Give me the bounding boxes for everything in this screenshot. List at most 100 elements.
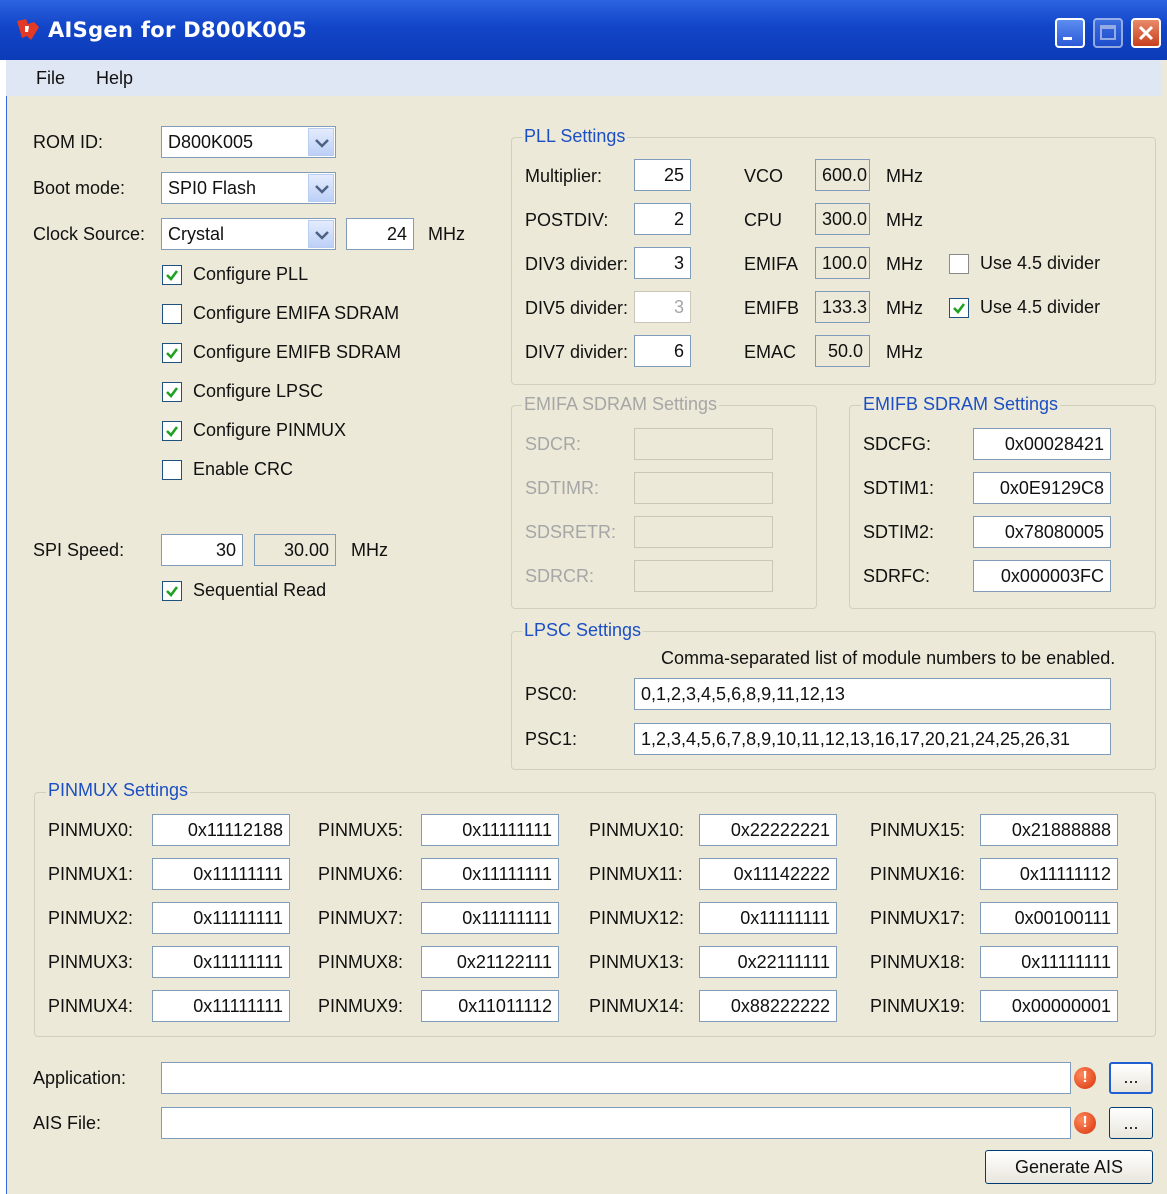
pinmux8-input[interactable]: 0x21122111 — [421, 946, 559, 978]
pinmux14-input[interactable]: 0x88222222 — [699, 990, 837, 1022]
application-label: Application: — [33, 1068, 127, 1088]
sdcr-label: SDCR: — [525, 434, 582, 454]
postdiv-input[interactable]: 2 — [634, 203, 691, 235]
pinmux4-input[interactable]: 0x11111111 — [152, 990, 290, 1022]
psc0-label: PSC0: — [525, 684, 578, 704]
vco-value: 600.0 — [815, 159, 870, 191]
chevron-down-icon[interactable] — [308, 220, 334, 248]
sequential-read-checkbox[interactable] — [162, 581, 182, 601]
configure-lpsc-checkbox[interactable] — [162, 382, 182, 402]
emifb-use45-checkbox[interactable] — [949, 298, 969, 318]
sdtimr-label: SDTIMR: — [525, 478, 599, 498]
pinmux0-input[interactable]: 0x11112188 — [152, 814, 290, 846]
clock-source-select[interactable]: Crystal — [161, 218, 336, 250]
pinmux12-label: PINMUX12: — [589, 908, 685, 928]
sdrfc-input[interactable]: 0x000003FC — [973, 560, 1111, 592]
emifa-clock-unit: MHz — [886, 254, 923, 274]
pinmux11-label: PINMUX11: — [589, 864, 683, 884]
pinmux3-input[interactable]: 0x11111111 — [152, 946, 290, 978]
configure-emifa-sdram-checkbox[interactable] — [162, 304, 182, 324]
div3-input[interactable]: 3 — [634, 247, 691, 279]
boot-mode-select[interactable]: SPI0 Flash — [161, 172, 336, 204]
ais-file-input[interactable] — [161, 1107, 1071, 1139]
pinmux16-input[interactable]: 0x11111112 — [980, 858, 1118, 890]
boot-mode-value: SPI0 Flash — [168, 178, 257, 198]
psc1-input[interactable]: 1,2,3,4,5,6,7,8,9,10,11,12,13,16,17,20,2… — [634, 723, 1111, 755]
pinmux10-label: PINMUX10: — [589, 820, 685, 840]
multiplier-input[interactable]: 25 — [634, 159, 691, 191]
div5-label: DIV5 divider: — [525, 298, 629, 318]
emifa-clock-label: EMIFA — [744, 254, 799, 274]
boot-mode-label: Boot mode: — [33, 178, 126, 198]
sequential-read-label: Sequential Read — [193, 580, 327, 600]
pinmux18-input[interactable]: 0x11111111 — [980, 946, 1118, 978]
ais-file-browse-button[interactable]: ... — [1109, 1107, 1153, 1139]
pinmux11-input[interactable]: 0x11142222 — [699, 858, 837, 890]
emifb-sdram-title: EMIFB SDRAM Settings — [861, 394, 1061, 415]
sdtim2-input[interactable]: 0x78080005 — [973, 516, 1111, 548]
pinmux13-input[interactable]: 0x22111111 — [699, 946, 837, 978]
enable-crc-label: Enable CRC — [193, 459, 294, 479]
pinmux5-input[interactable]: 0x11111111 — [421, 814, 559, 846]
chevron-down-icon[interactable] — [308, 174, 334, 202]
pinmux19-input[interactable]: 0x00000001 — [980, 990, 1118, 1022]
emifb-clock-value: 133.3 — [815, 291, 870, 323]
maximize-icon — [1100, 25, 1116, 40]
pinmux1-input[interactable]: 0x11111111 — [152, 858, 290, 890]
minimize-button[interactable] — [1055, 18, 1085, 48]
div7-input[interactable]: 6 — [634, 335, 691, 367]
pinmux17-input[interactable]: 0x00100111 — [980, 902, 1118, 934]
spi-speed-input[interactable]: 30 — [161, 534, 243, 566]
configure-emifb-sdram-checkbox[interactable] — [162, 343, 182, 363]
pinmux9-input[interactable]: 0x11011112 — [421, 990, 559, 1022]
pinmux7-input[interactable]: 0x11111111 — [421, 902, 559, 934]
cpu-value: 300.0 — [815, 203, 870, 235]
sdcfg-input[interactable]: 0x00028421 — [973, 428, 1111, 460]
emac-clock-label: EMAC — [744, 342, 797, 362]
ais-file-label: AIS File: — [33, 1113, 102, 1133]
configure-pll-checkbox[interactable] — [162, 265, 182, 285]
div5-input: 3 — [634, 291, 691, 323]
configure-pinmux-checkbox[interactable] — [162, 421, 182, 441]
rom-id-select[interactable]: D800K005 — [161, 126, 336, 158]
configure-pinmux-label: Configure PINMUX — [193, 420, 347, 440]
menu-file[interactable]: File — [36, 68, 65, 89]
chevron-down-icon[interactable] — [308, 128, 334, 156]
menu-help[interactable]: Help — [96, 68, 133, 89]
pinmux0-label: PINMUX0: — [48, 820, 134, 840]
emifa-sdram-title: EMIFA SDRAM Settings — [522, 394, 720, 415]
emac-clock-value: 50.0 — [815, 335, 870, 367]
cpu-label: CPU — [744, 210, 783, 230]
sdtim1-input[interactable]: 0x0E9129C8 — [973, 472, 1111, 504]
pinmux10-input[interactable]: 0x22222221 — [699, 814, 837, 846]
emifa-use45-checkbox[interactable] — [949, 254, 969, 274]
pinmux12-input[interactable]: 0x11111111 — [699, 902, 837, 934]
emifb-clock-unit: MHz — [886, 298, 923, 318]
pinmux8-label: PINMUX8: — [318, 952, 404, 972]
pinmux-settings-title: PINMUX Settings — [46, 780, 191, 801]
pinmux2-input[interactable]: 0x11111111 — [152, 902, 290, 934]
application-input[interactable] — [161, 1062, 1071, 1094]
psc0-input[interactable]: 0,1,2,3,4,5,6,8,9,11,12,13 — [634, 678, 1111, 710]
enable-crc-checkbox[interactable] — [162, 460, 182, 480]
configure-lpsc-label: Configure LPSC — [193, 381, 324, 401]
configure-pll-label: Configure PLL — [193, 264, 309, 284]
application-browse-button[interactable]: ... — [1109, 1062, 1153, 1094]
emifa-clock-value: 100.0 — [815, 247, 870, 279]
emifb-clock-label: EMIFB — [744, 298, 800, 318]
emac-clock-unit: MHz — [886, 342, 923, 362]
sdtim1-label: SDTIM1: — [863, 478, 935, 498]
pinmux9-label: PINMUX9: — [318, 996, 404, 1016]
pinmux15-input[interactable]: 0x21888888 — [980, 814, 1118, 846]
pinmux1-label: PINMUX1: — [48, 864, 134, 884]
lpsc-settings-title: LPSC Settings — [522, 620, 644, 641]
browse-button-label: ... — [1123, 1067, 1139, 1087]
generate-ais-button[interactable]: Generate AIS — [985, 1150, 1153, 1184]
minimize-icon — [1063, 37, 1072, 40]
pinmux6-input[interactable]: 0x11111111 — [421, 858, 559, 890]
close-button[interactable] — [1131, 18, 1161, 48]
clock-mhz-input[interactable]: 24 — [346, 218, 414, 250]
psc1-label: PSC1: — [525, 729, 578, 749]
pinmux17-label: PINMUX17: — [870, 908, 966, 928]
pinmux4-label: PINMUX4: — [48, 996, 134, 1016]
